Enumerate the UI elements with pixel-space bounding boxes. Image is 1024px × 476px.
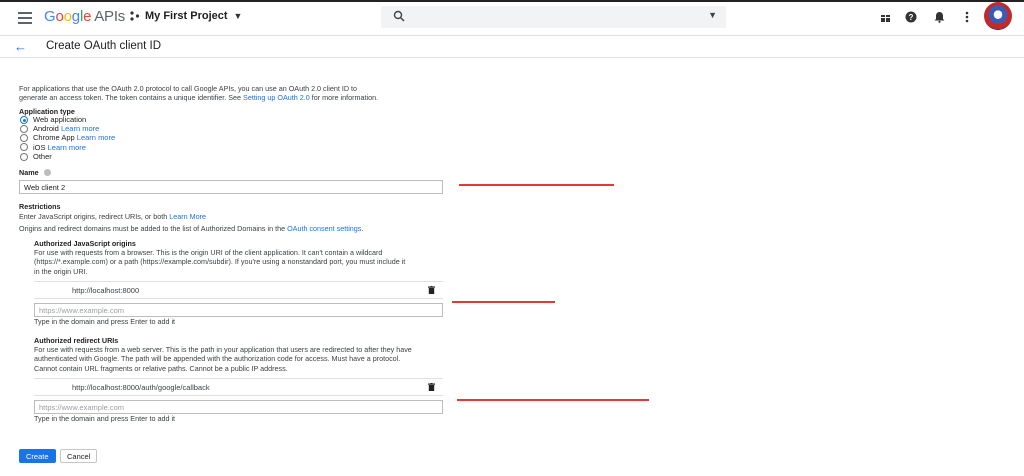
setting-up-oauth-link[interactable]: Setting up OAuth 2.0: [243, 93, 310, 102]
option-label: Other: [33, 152, 52, 161]
radio-chrome-app[interactable]: [20, 134, 28, 142]
annotation-underline: [457, 399, 649, 401]
js-origin-uri: http://localhost:8000: [72, 286, 140, 295]
description-line: For use with requests from a browser. Th…: [34, 248, 383, 257]
description-line: For use with requests from a web server.…: [34, 345, 412, 354]
js-origins-description: For use with requests from a browser. Th…: [34, 248, 405, 276]
delete-origin-trash-icon[interactable]: [428, 286, 435, 294]
description-line: Cannot contain URL fragments or relative…: [34, 363, 288, 373]
create-button[interactable]: Create: [19, 449, 56, 463]
option-label: Web application: [33, 115, 87, 124]
annotation-underline: [452, 301, 555, 303]
js-origin-entry: http://localhost:8000: [34, 283, 443, 298]
radio-android[interactable]: [20, 125, 28, 133]
gift-icon[interactable]: [878, 10, 892, 24]
js-origin-hint: Type in the domain and press Enter to ad…: [34, 317, 176, 326]
search-bar[interactable]: ▼: [381, 6, 726, 28]
more-vert-icon[interactable]: [960, 10, 974, 24]
logo-letter: o: [63, 8, 72, 25]
avatar[interactable]: [984, 2, 1012, 30]
redirect-uris-description: For use with requests from a web server.…: [34, 345, 412, 373]
project-name: My First Project: [145, 10, 228, 22]
learn-more-link[interactable]: Learn more: [48, 143, 86, 152]
radio-ios[interactable]: [20, 143, 28, 151]
description-line: (https://*.example.com) or a path (https…: [34, 257, 406, 267]
intro-text: For applications that use the OAuth 2.0 …: [19, 84, 378, 103]
restrictions-label: Restrictions: [19, 202, 61, 211]
radio-label-other[interactable]: Other: [33, 152, 52, 161]
project-dots-icon: [130, 11, 140, 21]
radio-web-application[interactable]: [20, 116, 28, 124]
radio-label-ios[interactable]: iOS Learn more: [33, 143, 86, 152]
option-label: Chrome App: [33, 133, 75, 142]
help-circle-icon[interactable]: [43, 169, 51, 176]
logo-suffix: APIs: [94, 8, 126, 25]
logo-letter: g: [71, 8, 80, 25]
page-header: ← Create OAuth client ID: [0, 36, 1024, 58]
top-app-bar: Google APIs My First Project ▼ ▼ ?: [0, 0, 1024, 36]
cancel-button[interactable]: Cancel: [60, 449, 98, 463]
restrictions-line-2-post: .: [361, 224, 364, 233]
option-label: iOS: [33, 143, 46, 152]
google-apis-logo[interactable]: Google APIs: [44, 8, 125, 25]
back-arrow-icon[interactable]: ←: [14, 39, 27, 54]
notifications-icon[interactable]: [932, 10, 946, 24]
intro-line-2-post: for more information.: [309, 93, 379, 103]
redirect-uri-entry: http://localhost:8000/auth/google/callba…: [34, 380, 443, 395]
learn-more-link[interactable]: Learn More: [169, 212, 206, 221]
page-title: Create OAuth client ID: [46, 40, 162, 52]
logo-letter: o: [55, 8, 64, 25]
search-icon: [393, 10, 405, 22]
search-dropdown-icon[interactable]: ▼: [708, 10, 717, 20]
js-origin-input[interactable]: [34, 303, 443, 317]
oauth-consent-settings-link[interactable]: OAuth consent settings: [287, 224, 361, 233]
description-line: authenticated with Google. The path will…: [34, 354, 401, 364]
description-line: in the origin URI.: [34, 266, 88, 276]
name-input[interactable]: [19, 180, 443, 194]
radio-other[interactable]: [20, 153, 28, 161]
intro-line-2: generate an access token. The token cont…: [19, 93, 378, 102]
divider: [34, 281, 443, 282]
intro-line-2-pre: generate an access token. The token cont…: [19, 93, 244, 103]
annotation-underline: [459, 184, 614, 186]
help-icon[interactable]: ?: [904, 10, 918, 24]
restrictions-line-1-text: Enter JavaScript origins, redirect URIs,…: [19, 212, 170, 221]
window-top-edge: [0, 0, 1024, 2]
dropdown-caret-icon: ▼: [233, 11, 243, 21]
redirect-uris-label: Authorized redirect URIs: [34, 336, 119, 345]
name-label: Name: [19, 168, 51, 177]
menu-icon[interactable]: [18, 12, 32, 24]
radio-label-web-application[interactable]: Web application: [33, 115, 86, 124]
logo-letter: e: [83, 8, 92, 25]
restrictions-line-1: Enter JavaScript origins, redirect URIs,…: [19, 212, 206, 221]
divider: [34, 378, 443, 379]
restrictions-line-2: Origins and redirect domains must be add…: [19, 224, 363, 233]
divider: [34, 298, 443, 299]
divider: [34, 395, 443, 396]
redirect-uri: http://localhost:8000/auth/google/callba…: [72, 383, 210, 392]
learn-more-link[interactable]: Learn more: [77, 133, 115, 142]
option-label: Android: [33, 124, 59, 133]
delete-redirect-trash-icon[interactable]: [428, 383, 435, 391]
radio-label-android[interactable]: Android Learn more: [33, 124, 99, 133]
radio-label-chrome-app[interactable]: Chrome App Learn more: [33, 133, 115, 142]
project-selector[interactable]: My First Project ▼: [130, 10, 242, 22]
intro-line-1: For applications that use the OAuth 2.0 …: [19, 84, 358, 93]
restrictions-line-2-text: Origins and redirect domains must be add…: [19, 224, 288, 233]
logo-letter: G: [44, 8, 56, 25]
redirect-uri-input[interactable]: [34, 400, 443, 414]
js-origins-label: Authorized JavaScript origins: [34, 239, 136, 248]
name-label-text: Name: [19, 168, 39, 177]
svg-text:?: ?: [909, 13, 914, 22]
redirect-uri-hint: Type in the domain and press Enter to ad…: [34, 414, 176, 423]
learn-more-link[interactable]: Learn more: [61, 124, 99, 133]
